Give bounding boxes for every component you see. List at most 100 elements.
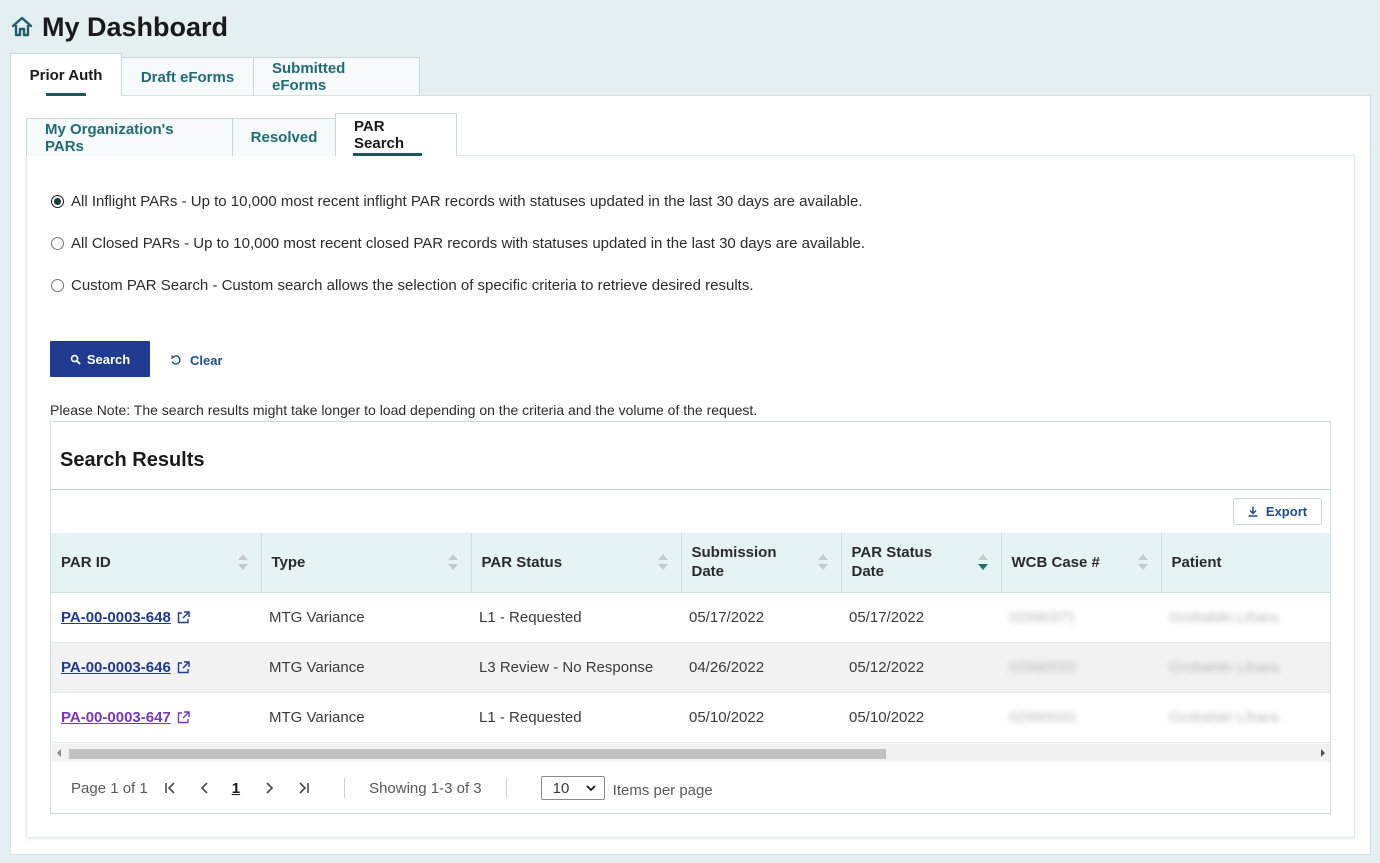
column-header-label: Patient	[1172, 553, 1250, 572]
last-page-icon	[299, 782, 309, 794]
column-header-text: Patient	[1171, 553, 1222, 571]
last-page-button[interactable]	[292, 777, 314, 799]
clear-button[interactable]: Clear	[170, 350, 223, 370]
external-link-icon[interactable]	[177, 611, 190, 624]
patient-value: Grobalski Lihara	[1169, 708, 1279, 726]
cell-type: MTG Variance	[261, 692, 471, 743]
download-icon	[1248, 506, 1258, 517]
cell-par-status: L1 - Requested	[471, 592, 681, 643]
first-page-button[interactable]	[160, 777, 182, 799]
wcb-case-value: 02990033	[1009, 658, 1076, 676]
par-id-link[interactable]: PA-00-0003-648	[61, 609, 171, 626]
sort-descending-icon[interactable]	[977, 552, 989, 572]
tab-draft-eforms[interactable]: Draft eForms	[121, 57, 254, 96]
search-button[interactable]: Search	[50, 341, 150, 377]
page-number-button[interactable]: 1	[232, 780, 240, 797]
type-value: MTG Variance	[269, 708, 365, 726]
tab-label: Resolved	[250, 129, 318, 146]
option-label: Custom PAR Search - Custom search allows…	[71, 277, 754, 294]
column-header-label: PAR Status	[482, 553, 591, 572]
external-link-icon[interactable]	[177, 711, 190, 724]
column-header-par-id[interactable]: PAR ID	[51, 533, 262, 593]
column-header-par-status-date[interactable]: PAR Status Date	[841, 533, 1002, 593]
cell-par-status-date: 05/10/2022	[841, 692, 1001, 743]
scrollbar-thumb[interactable]	[69, 749, 886, 759]
tab-prior-auth[interactable]: Prior Auth	[10, 53, 122, 96]
scroll-right-arrow-icon[interactable]	[1321, 749, 1325, 757]
active-tab-indicator	[46, 93, 86, 96]
tab-submitted-eforms[interactable]: Submitted eForms	[253, 57, 420, 96]
pagination: Page 1 of 1 1 Showing 1-3 of 3 10 Items …	[71, 771, 713, 805]
sort-icon[interactable]	[447, 552, 459, 572]
export-button[interactable]: Export	[1233, 498, 1322, 525]
cell-par-id: PA-00-0003-647	[51, 692, 261, 743]
sort-icon[interactable]	[237, 552, 249, 572]
active-tab-indicator	[353, 153, 422, 156]
page-indicator: Page 1 of 1	[71, 779, 148, 797]
par-status-date-value: 05/10/2022	[849, 708, 925, 726]
table-row[interactable]: PA-00-0003-648 MTG Variance L1 - Requested…	[51, 592, 1330, 643]
cell-type: MTG Variance	[261, 642, 471, 693]
cell-par-status: L3 Review - No Response	[471, 642, 681, 693]
option-all-inflight-pars[interactable]: All Inflight PARs - Up to 10,000 most re…	[51, 193, 863, 210]
par-status-date-value: 05/17/2022	[849, 608, 925, 626]
submission-date-value: 04/26/2022	[689, 658, 765, 676]
radio-button[interactable]	[51, 279, 64, 292]
items-per-page-select[interactable]: 10	[540, 776, 605, 800]
chevron-right-icon	[266, 782, 274, 794]
search-note: Please Note: The search results might ta…	[50, 402, 758, 418]
next-page-button[interactable]	[258, 777, 280, 799]
column-header-type[interactable]: Type	[261, 533, 472, 593]
column-header-submission-date[interactable]: Submission Date	[681, 533, 842, 593]
radio-button[interactable]	[51, 237, 64, 250]
column-header-text: Date	[691, 563, 725, 581]
tab-label: Submitted eForms	[272, 60, 346, 94]
tab-my-organizations-pars[interactable]: My Organization's PARs	[26, 118, 233, 156]
home-icon[interactable]	[10, 15, 34, 39]
option-label: All Closed PARs - Up to 10,000 most rece…	[71, 235, 866, 252]
column-header-label: Type	[272, 553, 334, 572]
sort-icon[interactable]	[657, 552, 669, 572]
results-table: PAR ID Type PAR Status Submission Date PAR St…	[51, 533, 1330, 743]
table-row[interactable]: PA-00-0003-646 MTG Variance L3 Review - No…	[51, 642, 1330, 693]
cell-patient: Grobalski Lihara	[1161, 642, 1330, 693]
option-all-closed-pars[interactable]: All Closed PARs - Up to 10,000 most rece…	[51, 235, 865, 252]
tab-resolved[interactable]: Resolved	[232, 118, 336, 156]
items-per-page-label: Items per page	[612, 781, 713, 799]
radio-button-checked[interactable]	[51, 195, 64, 208]
cell-par-status: L1 - Requested	[471, 692, 681, 743]
tab-label: My Organization's PARs	[45, 120, 174, 155]
sort-icon[interactable]	[817, 552, 829, 572]
cell-submission-date: 05/10/2022	[681, 692, 841, 743]
submission-date-value: 05/17/2022	[689, 608, 765, 626]
page-header: My Dashboard	[10, 10, 228, 44]
column-header-wcb-case[interactable]: WCB Case #	[1001, 533, 1162, 593]
column-header-label: Submission Date	[692, 543, 805, 581]
cell-par-id: PA-00-0003-648	[51, 592, 261, 643]
par-status-value: L1 - Requested	[479, 608, 582, 626]
wcb-case-value: 02990033	[1009, 708, 1076, 726]
sub-tabs: My Organization's PARs Resolved PAR Sear…	[26, 113, 457, 156]
sort-icon[interactable]	[1137, 552, 1149, 572]
showing-count: Showing 1-3 of 3	[369, 779, 482, 797]
tab-par-search[interactable]: PAR Search	[335, 113, 457, 156]
cell-patient: Grobalski Lihara	[1161, 692, 1330, 743]
table-row[interactable]: PA-00-0003-647 MTG Variance L1 - Requested…	[51, 692, 1330, 743]
cell-submission-date: 05/17/2022	[681, 592, 841, 643]
results-title: Search Results	[60, 449, 205, 471]
results-table-container[interactable]: PAR ID Type PAR Status Submission Date PAR St…	[51, 533, 1330, 743]
previous-page-button[interactable]	[194, 777, 216, 799]
cell-wcb-case: 02990033	[1001, 692, 1161, 743]
column-header-par-status[interactable]: PAR Status	[471, 533, 682, 593]
column-header-patient[interactable]: Patient	[1161, 533, 1330, 593]
horizontal-scrollbar[interactable]	[52, 744, 1330, 762]
type-value: MTG Variance	[269, 658, 365, 676]
option-custom-par-search[interactable]: Custom PAR Search - Custom search allows…	[51, 277, 754, 294]
par-id-link[interactable]: PA-00-0003-646	[61, 659, 171, 676]
first-page-icon	[164, 782, 175, 794]
column-header-text: WCB Case #	[1011, 553, 1100, 571]
scroll-left-arrow-icon[interactable]	[57, 749, 61, 757]
patient-value: Grobalski Lihara	[1169, 608, 1279, 626]
par-id-link[interactable]: PA-00-0003-647	[61, 709, 171, 726]
external-link-icon[interactable]	[177, 661, 190, 674]
